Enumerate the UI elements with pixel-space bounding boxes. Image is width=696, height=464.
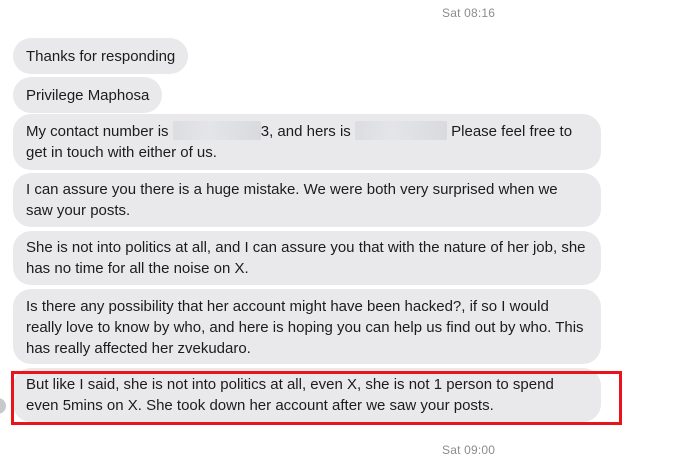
timestamp: Sat 09:00	[442, 443, 496, 457]
redacted-phone-number	[354, 121, 447, 140]
message-text: She is not into politics at all, and I c…	[26, 239, 586, 277]
message-text: Thanks for responding	[26, 48, 176, 65]
redacted-phone-number	[172, 121, 261, 140]
message-bubble[interactable]: I can assure you there is a huge mistake…	[13, 173, 601, 227]
message-bubble[interactable]: Privilege Maphosa	[13, 77, 163, 113]
message-text: Privilege Maphosa	[26, 87, 150, 104]
message-text: 3, and hers is	[260, 123, 351, 140]
avatar[interactable]	[0, 398, 6, 414]
message-text: I can assure you there is a huge mistake…	[26, 181, 558, 219]
timestamp: Sat 08:16	[442, 6, 496, 20]
message-text: Is there any possibility that her accoun…	[26, 298, 584, 357]
message-bubble[interactable]: Thanks for responding	[13, 38, 189, 74]
message-bubble[interactable]: She is not into politics at all, and I c…	[13, 231, 601, 285]
message-bubble[interactable]: Is there any possibility that her accoun…	[13, 289, 601, 364]
message-text: My contact number is	[26, 123, 169, 140]
highlight-annotation-box	[11, 371, 622, 425]
message-bubble[interactable]: My contact number is 3, and hers is Plea…	[13, 114, 601, 170]
